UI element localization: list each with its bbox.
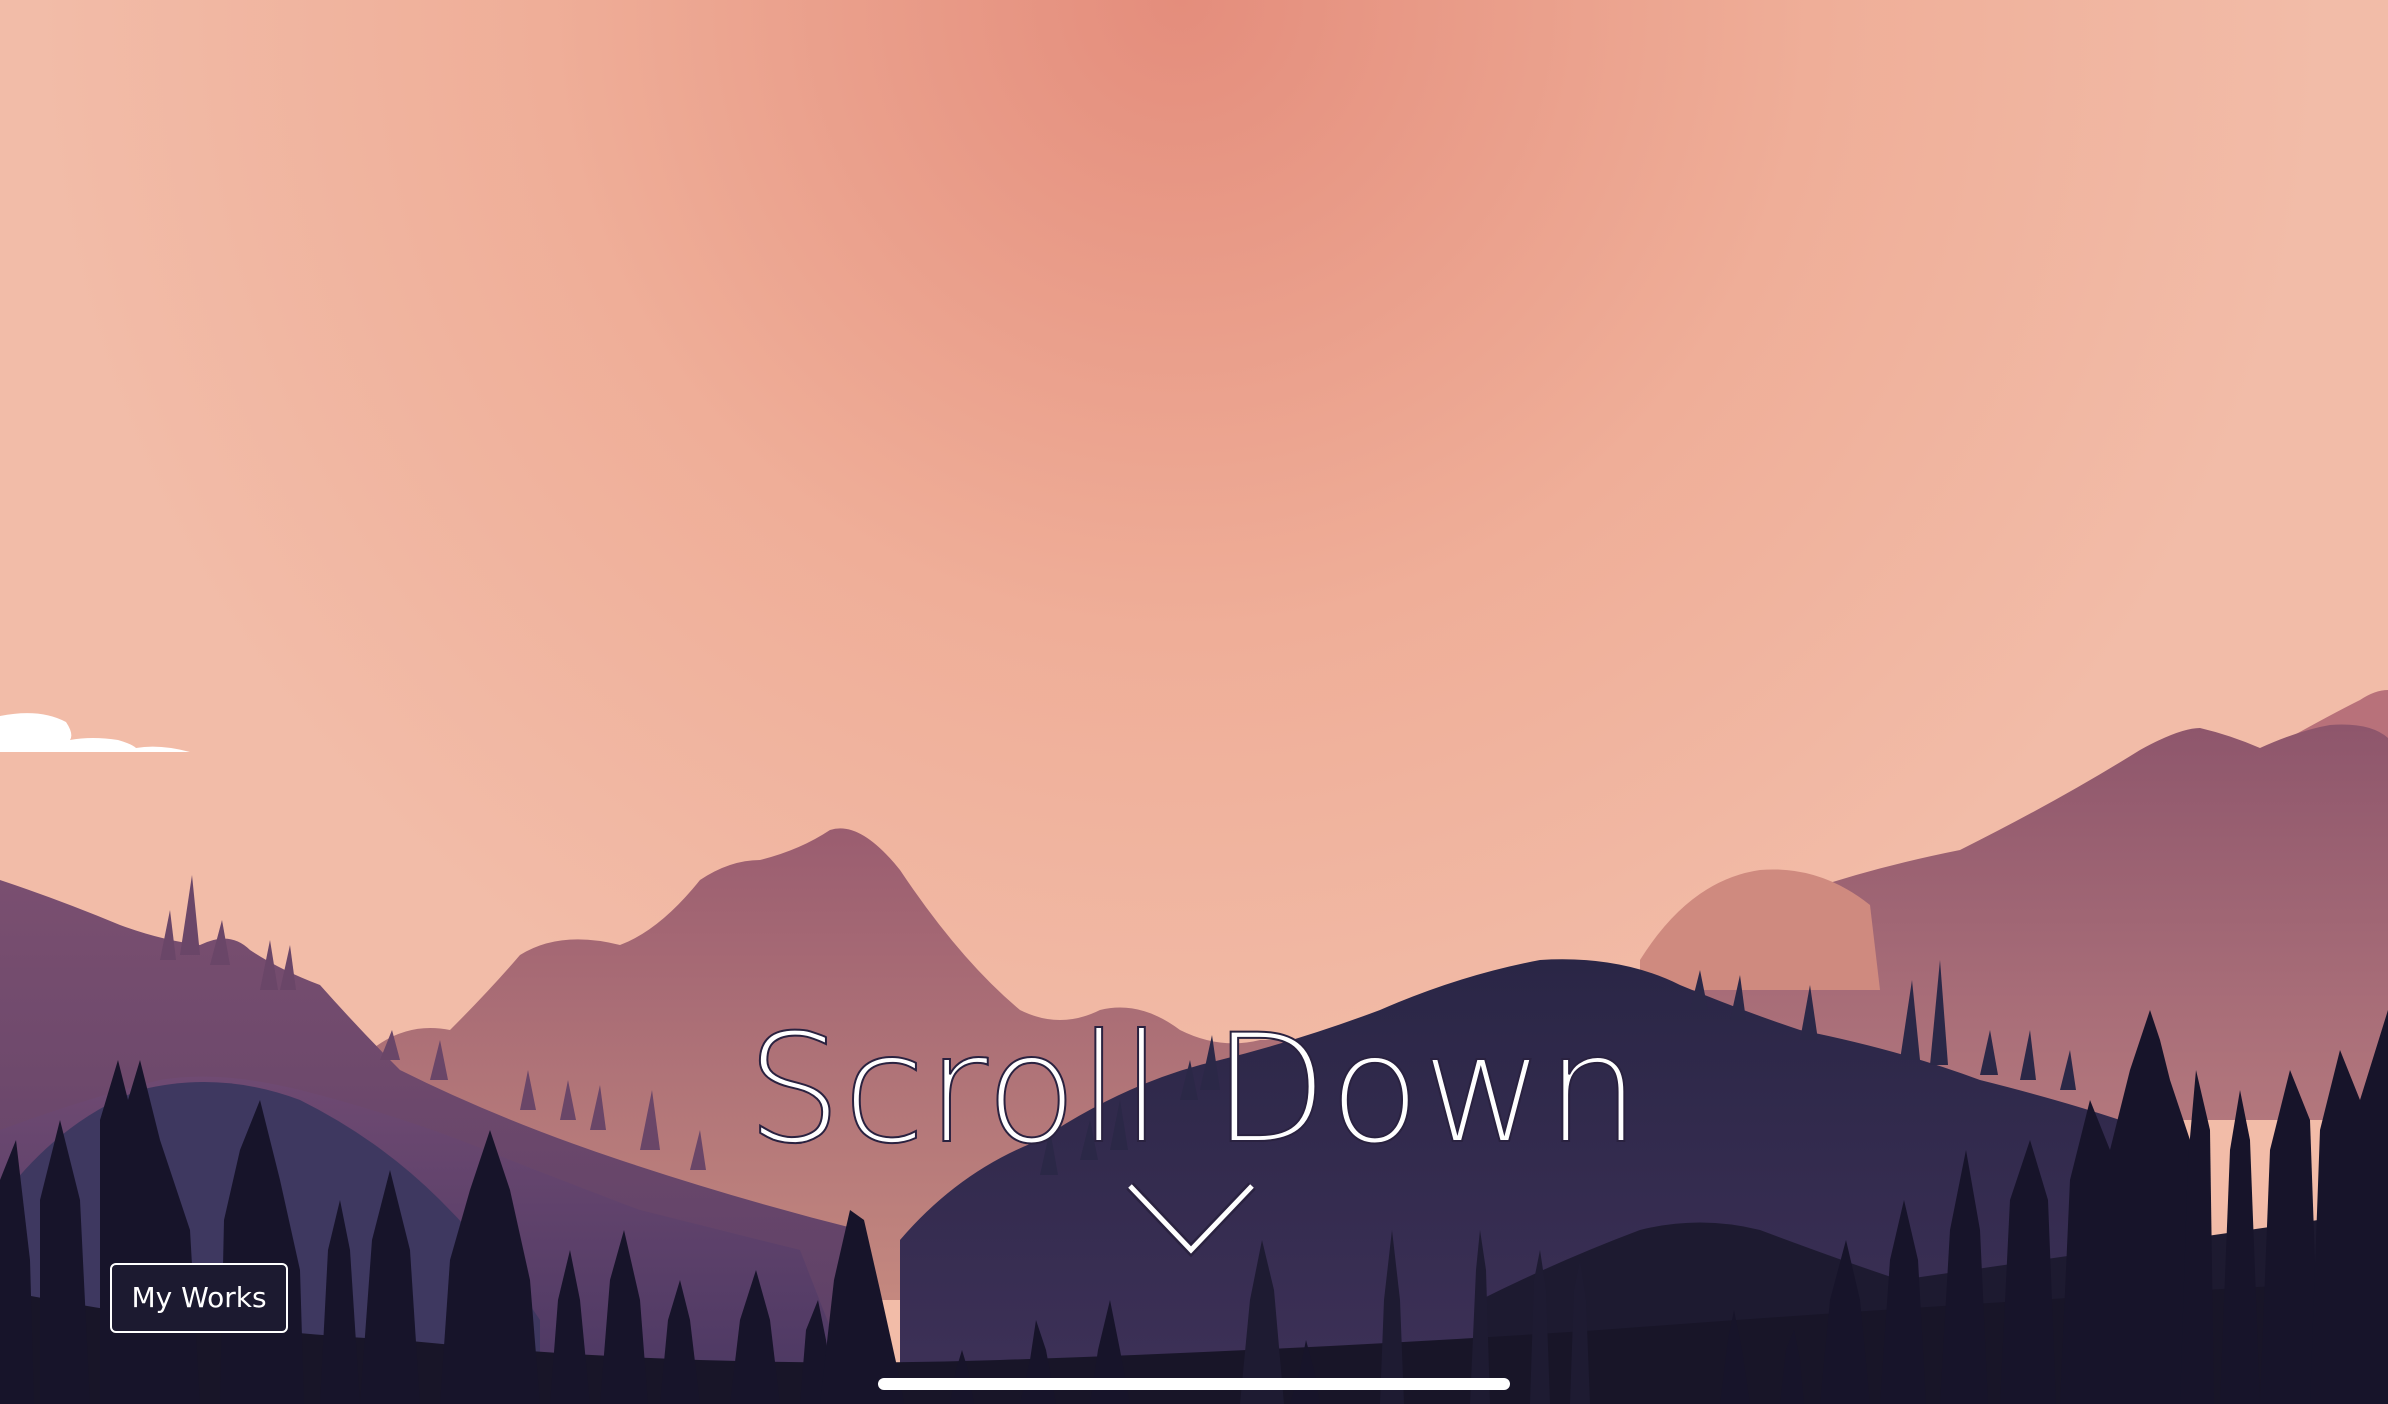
- home-indicator[interactable]: [878, 1378, 1510, 1390]
- hero-scene: Scroll Down My Works: [0, 0, 2388, 1404]
- chevron-down-icon[interactable]: [1124, 1180, 1258, 1260]
- scroll-down-heading: Scroll Down: [746, 1002, 1642, 1178]
- cloud: [0, 713, 190, 752]
- my-works-button[interactable]: My Works: [110, 1263, 288, 1333]
